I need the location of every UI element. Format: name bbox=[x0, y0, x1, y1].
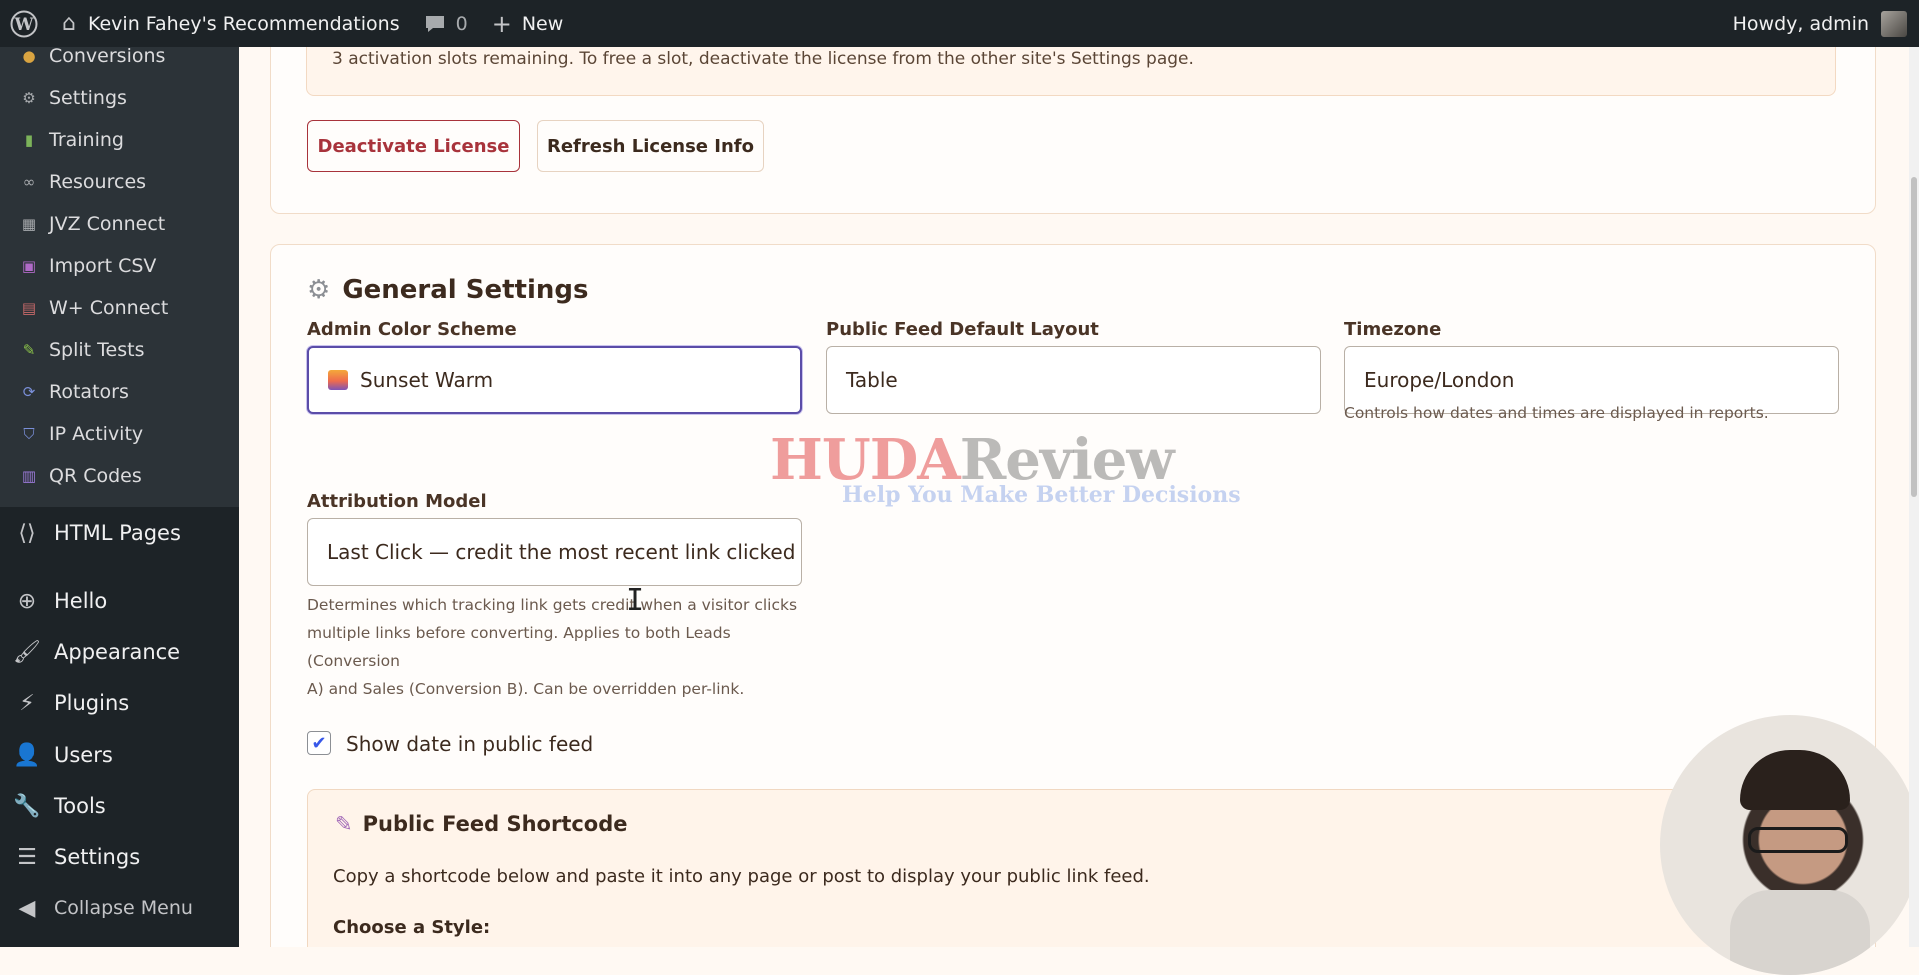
choose-style-label: Choose a Style: bbox=[333, 917, 491, 938]
gear-icon: ⚙ bbox=[22, 89, 36, 107]
sidebar-item-training[interactable]: ▮ Training bbox=[20, 125, 124, 155]
page-scrollbar[interactable] bbox=[1909, 47, 1919, 947]
site-name: Kevin Fahey's Recommendations bbox=[87, 12, 400, 35]
general-settings-card: ⚙ General Settings Admin Color Scheme Su… bbox=[270, 244, 1876, 947]
sidebar-item-settings[interactable]: ⚙ Settings bbox=[20, 83, 127, 113]
shortcode-card: ✎ Public Feed Shortcode Copy a shortcode… bbox=[307, 789, 1841, 947]
sidebar-item-conversions[interactable]: ● Conversions bbox=[20, 47, 165, 71]
feed-layout-select[interactable]: Table bbox=[826, 346, 1321, 414]
text-cursor-icon: I bbox=[626, 583, 645, 618]
color-scheme-select[interactable]: Sunset Warm bbox=[307, 346, 802, 414]
scrollbar-thumb[interactable] bbox=[1911, 177, 1917, 497]
sidebar-item-users[interactable]: 👤 Users bbox=[13, 737, 113, 773]
color-scheme-label: Admin Color Scheme bbox=[307, 319, 517, 340]
admin-sidebar: ● Conversions ⚙ Settings ▮ Training ∞ Resour… bbox=[0, 47, 239, 947]
avatar bbox=[1881, 10, 1907, 37]
sidebar-item-appearance[interactable]: 🖌 Appearance bbox=[13, 634, 180, 670]
attribution-select[interactable]: Last Click — credit the most recent link… bbox=[307, 518, 802, 586]
license-notice: 3 activation slots remaining. To free a … bbox=[306, 47, 1836, 96]
license-notice-text: 3 activation slots remaining. To free a … bbox=[332, 49, 1194, 69]
sunset-swatch-icon bbox=[328, 370, 348, 390]
license-card: 3 activation slots remaining. To free a … bbox=[270, 47, 1876, 214]
sidebar-item-resources[interactable]: ∞ Resources bbox=[20, 167, 146, 197]
show-date-checkbox[interactable]: ✔ bbox=[307, 731, 331, 755]
attribution-label: Attribution Model bbox=[307, 491, 487, 512]
sidebar-item-ip-activity[interactable]: ⛉ IP Activity bbox=[20, 419, 143, 449]
refresh-license-button[interactable]: Refresh License Info bbox=[537, 120, 764, 172]
plug-icon: ▦ bbox=[21, 215, 37, 233]
account-menu[interactable]: Howdy, admin bbox=[1721, 0, 1919, 47]
attribution-help: Determines which tracking link gets cred… bbox=[307, 596, 798, 698]
sidebar-item-tools[interactable]: 🔧 Tools bbox=[13, 788, 105, 824]
plus-icon: + bbox=[491, 9, 512, 38]
gear-icon: ⚙ bbox=[307, 275, 331, 305]
shield-icon: ⛉ bbox=[23, 425, 35, 443]
comments-link[interactable]: 0 bbox=[412, 0, 480, 47]
pin-icon: ✎ bbox=[335, 812, 353, 836]
wordpress-logo-icon[interactable]: W bbox=[0, 0, 50, 47]
sidebar-item-split-tests[interactable]: ✎ Split Tests bbox=[20, 335, 145, 365]
show-date-label: Show date in public feed bbox=[346, 732, 594, 756]
sidebar-item-settings-wp[interactable]: ☰ Settings bbox=[14, 839, 140, 875]
sidebar-item-plugins[interactable]: ⚡ Plugins bbox=[14, 685, 129, 721]
new-content-link[interactable]: + New bbox=[480, 0, 576, 47]
comments-count: 0 bbox=[455, 12, 468, 35]
admin-bar: W ⌂ Kevin Fahey's Recommendations 0 + Ne… bbox=[0, 0, 1919, 47]
plugin-submenu: ● Conversions ⚙ Settings ▮ Training ∞ Resour… bbox=[0, 47, 239, 507]
books-icon: ▮ bbox=[24, 131, 34, 149]
timezone-label: Timezone bbox=[1344, 319, 1442, 340]
shortcode-description: Copy a shortcode below and paste it into… bbox=[333, 866, 1150, 887]
pencil-icon: ✎ bbox=[22, 341, 36, 359]
brush-icon: 🖌 bbox=[13, 639, 41, 665]
import-icon: ▣ bbox=[21, 257, 37, 275]
deactivate-license-button[interactable]: Deactivate License bbox=[307, 120, 520, 172]
webcam-overlay bbox=[1660, 715, 1919, 975]
sidebar-item-import-csv[interactable]: ▣ Import CSV bbox=[20, 251, 157, 281]
user-icon: 👤 bbox=[13, 742, 41, 768]
sidebar-item-qr-codes[interactable]: ▥ QR Codes bbox=[20, 461, 142, 491]
checkmark-icon: ✔ bbox=[311, 732, 327, 754]
new-label: New bbox=[521, 12, 564, 35]
coin-icon: ● bbox=[22, 47, 36, 65]
sidebar-item-jvz-connect[interactable]: ▦ JVZ Connect bbox=[20, 209, 165, 239]
code-page-icon: ⟨⟩ bbox=[18, 520, 36, 546]
qr-icon: ▥ bbox=[21, 467, 37, 485]
feed-layout-label: Public Feed Default Layout bbox=[826, 319, 1099, 340]
wrench-icon: 🔧 bbox=[13, 793, 41, 819]
sidebar-item-w-connect[interactable]: ▤ W+ Connect bbox=[20, 293, 168, 323]
plug-icon: ▤ bbox=[21, 299, 37, 317]
collapse-menu-button[interactable]: ◀ Collapse Menu bbox=[14, 890, 193, 926]
comment-icon bbox=[425, 15, 444, 32]
svg-text:W: W bbox=[13, 15, 34, 35]
timezone-help: Controls how dates and times are display… bbox=[1344, 404, 1769, 422]
howdy-text: Howdy, admin bbox=[1732, 12, 1869, 35]
home-icon: ⌂ bbox=[62, 11, 76, 36]
plus-circle-icon: ⊕ bbox=[17, 588, 37, 614]
sidebar-item-rotators[interactable]: ⟳ Rotators bbox=[20, 377, 129, 407]
site-name-link[interactable]: ⌂ Kevin Fahey's Recommendations bbox=[50, 0, 412, 47]
collapse-icon: ◀ bbox=[18, 895, 36, 921]
sliders-icon: ☰ bbox=[17, 844, 37, 870]
rotate-icon: ⟳ bbox=[22, 383, 36, 401]
general-settings-title: ⚙ General Settings bbox=[307, 275, 589, 305]
shortcode-title: ✎ Public Feed Shortcode bbox=[335, 812, 628, 836]
sidebar-item-hello[interactable]: ⊕ Hello bbox=[14, 583, 107, 619]
link-icon: ∞ bbox=[22, 173, 36, 191]
sidebar-item-html-pages[interactable]: ⟨⟩ HTML Pages bbox=[14, 515, 181, 551]
plugin-icon: ⚡ bbox=[19, 690, 35, 716]
